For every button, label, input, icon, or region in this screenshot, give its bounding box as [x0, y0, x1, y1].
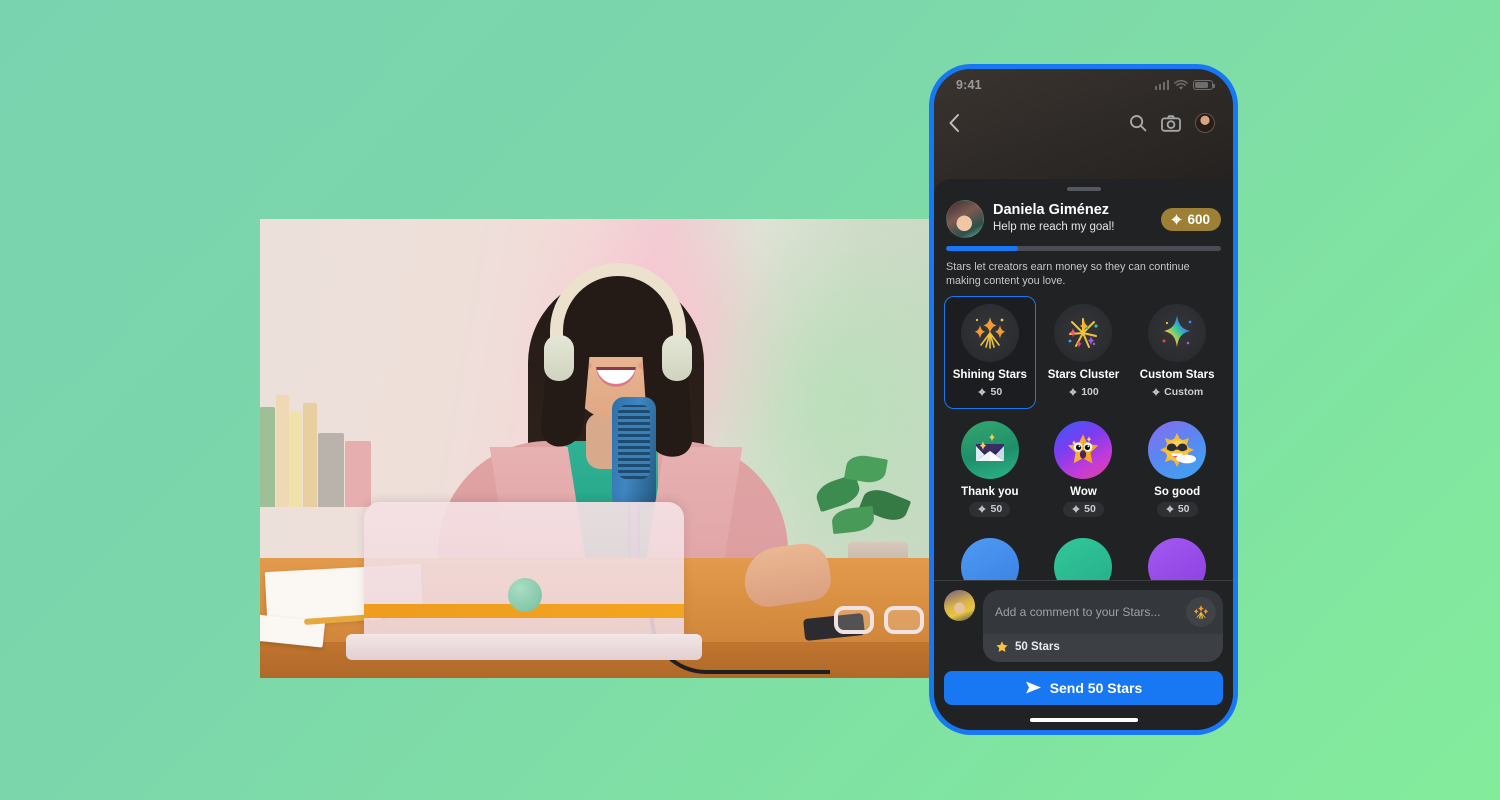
send-stars-label: Send 50 Stars	[1049, 679, 1143, 696]
so-good-sun-icon	[1148, 420, 1207, 479]
phone-mockup: 9:41 Daniela Giménez Help me reach my go…	[929, 64, 1238, 735]
wifi-icon	[1174, 79, 1188, 90]
laptop-lid	[364, 502, 684, 642]
send-icon	[1025, 681, 1041, 694]
composer-amount-row[interactable]: 50 Stars	[983, 633, 1223, 662]
gift-price: Custom	[1143, 385, 1211, 400]
composer-box: Add a comment to your Stars... 50 Stars	[983, 589, 1223, 662]
gift-name: Stars Cluster	[1047, 368, 1120, 381]
gift-price-value: 50	[990, 386, 1003, 399]
gift-name: Shining Stars	[952, 368, 1027, 381]
laptop-logo	[508, 578, 542, 612]
comment-input[interactable]: Add a comment to your Stars...	[995, 605, 1180, 619]
top-nav	[934, 101, 1233, 145]
laptop-base	[346, 634, 702, 660]
gift-price: 100	[1060, 385, 1107, 400]
gift-price: 50	[969, 501, 1011, 517]
gift-item-stars-cluster[interactable]: Stars Cluster 100	[1038, 296, 1130, 409]
microphone-grill	[618, 405, 650, 479]
star-burst-icon	[1068, 387, 1078, 397]
page-root: 9:41 Daniela Giménez Help me reach my go…	[0, 0, 1500, 800]
status-icons	[1154, 79, 1215, 91]
wow-star-icon	[1054, 420, 1113, 479]
gift-item-custom-stars[interactable]: Custom Stars Custom	[1131, 296, 1223, 409]
stars-cluster-icon	[1054, 303, 1113, 362]
gift-price-value: 50	[990, 503, 1003, 516]
bookshelf-books	[260, 387, 380, 507]
desk-glasses	[834, 604, 930, 634]
headphone-cup-right	[662, 335, 692, 381]
star-burst-icon	[1165, 504, 1175, 514]
gift-name: Wow	[1070, 485, 1097, 498]
creator-avatar[interactable]	[946, 200, 984, 238]
gift-item-row3-1[interactable]	[944, 530, 1036, 580]
gift-circle-blue-icon	[960, 537, 1019, 580]
status-bar: 9:41	[934, 69, 1233, 101]
stars-blurb: Stars let creators earn money so they ca…	[946, 261, 1190, 288]
gift-circle-purple-icon	[1148, 537, 1207, 580]
send-stars-button[interactable]: Send 50 Stars	[944, 670, 1223, 705]
battery-icon	[1193, 80, 1215, 90]
thank-you-envelope-icon	[960, 420, 1019, 479]
gift-grid: Shining Stars 50 Stars Cluster 100 Custo…	[934, 289, 1233, 580]
headphone-cup-left	[544, 335, 574, 381]
creator-row: Daniela Giménez Help me reach my goal! 6…	[934, 191, 1233, 238]
creator-text: Daniela Giménez Help me reach my goal!	[993, 202, 1152, 235]
composer-user-avatar[interactable]	[944, 589, 975, 621]
composer-amount-label: 50 Stars	[1015, 640, 1060, 653]
top-nav-actions	[1129, 113, 1215, 133]
search-icon[interactable]	[1129, 114, 1147, 132]
gift-item-row3-2[interactable]	[1038, 530, 1130, 580]
gift-item-so-good[interactable]: So good 50	[1131, 413, 1223, 526]
star-burst-icon	[978, 504, 987, 514]
star-burst-icon	[1171, 213, 1183, 225]
status-time: 9:41	[956, 78, 982, 92]
back-icon[interactable]	[948, 113, 960, 133]
comment-composer: Add a comment to your Stars... 50 Stars	[934, 579, 1233, 662]
gift-price-value: Custom	[1164, 386, 1204, 399]
gift-name: Thank you	[961, 485, 1019, 498]
custom-stars-icon	[1148, 303, 1207, 362]
gift-item-row3-3[interactable]	[1131, 530, 1223, 580]
gift-price: 50	[969, 385, 1010, 400]
gift-item-thank-you[interactable]: Thank you 50	[944, 413, 1036, 526]
creator-name: Daniela Giménez	[993, 202, 1110, 219]
creator-subtitle: Help me reach my goal!	[993, 221, 1115, 234]
gift-item-wow[interactable]: Wow 50	[1038, 413, 1130, 526]
composer-input-row: Add a comment to your Stars...	[983, 590, 1223, 634]
star-burst-icon	[1151, 387, 1161, 397]
star-burst-icon	[978, 387, 987, 397]
stars-goal-amount: 600	[1187, 211, 1210, 227]
gift-name: So good	[1154, 485, 1201, 498]
stars-gift-icon[interactable]	[1186, 596, 1216, 627]
glasses-lens-left	[834, 606, 874, 634]
star-icon	[996, 640, 1008, 652]
stars-bottom-sheet: Daniela Giménez Help me reach my goal! 6…	[934, 179, 1233, 730]
gift-name: Custom Stars	[1139, 368, 1215, 381]
gift-price: 50	[1063, 501, 1104, 517]
gift-price-value: 100	[1081, 386, 1099, 399]
home-indicator[interactable]	[1029, 717, 1138, 722]
stars-goal-badge[interactable]: 600	[1161, 207, 1221, 231]
gift-item-shining-stars[interactable]: Shining Stars 50	[944, 295, 1036, 409]
cellular-signal-icon	[1154, 80, 1169, 90]
glasses-lens-right	[884, 606, 924, 634]
gift-price-value: 50	[1084, 503, 1096, 516]
phone-screen: 9:41 Daniela Giménez Help me reach my go…	[934, 69, 1233, 730]
profile-avatar[interactable]	[1195, 113, 1215, 133]
gift-circle-teal-icon	[1054, 537, 1113, 580]
star-burst-icon	[1071, 504, 1081, 514]
shining-stars-icon	[960, 303, 1019, 362]
camera-icon[interactable]	[1161, 114, 1181, 132]
gift-price: 50	[1156, 501, 1198, 517]
gift-price-value: 50	[1177, 503, 1190, 516]
podcaster-photo	[260, 219, 960, 678]
